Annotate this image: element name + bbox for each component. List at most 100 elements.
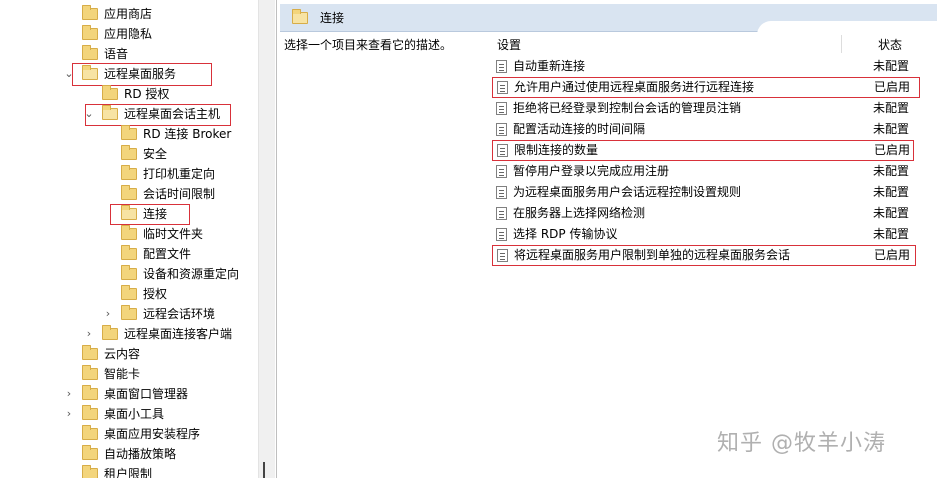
folder-icon xyxy=(82,5,98,20)
tree-item-security[interactable]: 安全 xyxy=(121,144,167,164)
policy-name: 为远程桌面服务用户会话远程控制设置规则 xyxy=(513,185,742,199)
highlight-box xyxy=(72,63,212,86)
tree-item-rd-connection-broker[interactable]: RD 连接 Broker xyxy=(121,124,231,144)
tree-item-licensing[interactable]: 授权 xyxy=(121,284,167,304)
column-divider[interactable] xyxy=(841,35,842,53)
folder-icon xyxy=(82,425,98,440)
tree-item-desktop-gadgets[interactable]: › 桌面小工具 xyxy=(62,404,164,424)
policy-setting-icon xyxy=(496,186,507,199)
folder-icon xyxy=(121,305,137,320)
tree-item-printer-redirection[interactable]: 打印机重定向 xyxy=(121,164,215,184)
folder-icon xyxy=(121,165,137,180)
policy-name: 暂停用户登录以完成应用注册 xyxy=(513,164,670,178)
folder-icon xyxy=(121,225,137,240)
tree-item-smart-card[interactable]: 智能卡 xyxy=(82,364,140,384)
tree-item-rd-licensing[interactable]: RD 授权 xyxy=(102,84,169,104)
folder-icon xyxy=(102,85,118,100)
tree-scrollbar[interactable] xyxy=(258,0,275,478)
policy-state: 未配置 xyxy=(873,206,910,220)
policy-setting-icon xyxy=(496,102,507,115)
policy-setting-icon xyxy=(496,165,507,178)
policy-name: 允许用户通过使用远程桌面服务进行远程连接 xyxy=(514,80,755,94)
policy-setting-icon xyxy=(496,123,507,136)
tree-item-app-store[interactable]: 应用商店 xyxy=(82,4,152,24)
folder-icon xyxy=(82,365,98,380)
policy-state: 未配置 xyxy=(873,227,910,241)
policy-setting-icon xyxy=(497,249,508,262)
tree-item-temp-folders[interactable]: 临时文件夹 xyxy=(121,224,203,244)
tree-item-remote-session-env[interactable]: › 远程会话环境 xyxy=(101,304,215,324)
policy-name: 拒绝将已经登录到控制台会话的管理员注销 xyxy=(513,101,742,115)
folder-icon xyxy=(121,285,137,300)
folder-icon xyxy=(121,145,137,160)
tree-item-profiles[interactable]: 配置文件 xyxy=(121,244,191,264)
chevron-right-icon[interactable]: › xyxy=(82,324,96,344)
policy-state: 未配置 xyxy=(873,185,910,199)
folder-icon xyxy=(82,345,98,360)
chevron-right-icon[interactable]: › xyxy=(62,404,76,424)
policy-state: 未配置 xyxy=(873,164,910,178)
policy-row[interactable]: 将远程桌面服务用户限制到单独的远程桌面服务会话 已启用 xyxy=(492,245,916,266)
folder-icon xyxy=(102,325,118,340)
folder-icon xyxy=(121,185,137,200)
policy-row[interactable]: 配置活动连接的时间间隔 未配置 xyxy=(492,119,922,140)
tree-item-speech[interactable]: 语音 xyxy=(82,44,128,64)
tree-item-desktop-window-manager[interactable]: › 桌面窗口管理器 xyxy=(62,384,188,404)
folder-icon xyxy=(82,25,98,40)
policy-state: 已启用 xyxy=(874,143,911,157)
folder-open-icon xyxy=(292,8,308,24)
policy-setting-icon xyxy=(497,81,508,94)
policy-row[interactable]: 拒绝将已经登录到控制台会话的管理员注销 未配置 xyxy=(492,98,922,119)
folder-icon xyxy=(82,405,98,420)
tree-item-cloud-content[interactable]: 云内容 xyxy=(82,344,140,364)
highlight-box xyxy=(85,104,231,126)
policy-state: 未配置 xyxy=(873,59,910,73)
policy-name: 将远程桌面服务用户限制到单独的远程桌面服务会话 xyxy=(514,248,791,262)
policy-row[interactable]: 暂停用户登录以完成应用注册 未配置 xyxy=(492,161,922,182)
scrollbar-thumb[interactable] xyxy=(263,462,265,478)
policy-state: 已启用 xyxy=(874,248,911,262)
policy-setting-icon xyxy=(496,207,507,220)
chevron-right-icon[interactable]: › xyxy=(62,384,76,404)
policy-name: 配置活动连接的时间间隔 xyxy=(513,122,646,136)
policy-state: 已启用 xyxy=(874,80,911,94)
highlight-box xyxy=(110,204,190,225)
watermark-text: 知乎 @牧羊小涛 xyxy=(717,431,886,456)
policy-row[interactable]: 自动重新连接 未配置 xyxy=(492,56,922,77)
policy-state: 未配置 xyxy=(873,122,910,136)
folder-icon xyxy=(121,265,137,280)
policy-setting-icon xyxy=(496,228,507,241)
policy-name: 选择 RDP 传输协议 xyxy=(513,227,618,241)
policy-name: 限制连接的数量 xyxy=(514,143,599,157)
folder-icon xyxy=(82,45,98,60)
policy-state: 未配置 xyxy=(873,101,910,115)
policy-row[interactable]: 在服务器上选择网络检测 未配置 xyxy=(492,203,922,224)
folder-icon xyxy=(121,245,137,260)
pane-title: 连接 xyxy=(320,11,345,25)
tree-item-session-time-limits[interactable]: 会话时间限制 xyxy=(121,184,215,204)
chevron-right-icon[interactable]: › xyxy=(101,304,115,324)
policy-name: 在服务器上选择网络检测 xyxy=(513,206,646,220)
policy-setting-icon xyxy=(497,144,508,157)
tree-item-desktop-app-installer[interactable]: 桌面应用安装程序 xyxy=(82,424,200,444)
column-header-state[interactable]: 状态 xyxy=(878,36,902,53)
list-header: 设置 状态 xyxy=(492,33,941,55)
tree-item-app-privacy[interactable]: 应用隐私 xyxy=(82,24,152,44)
folder-icon xyxy=(82,385,98,400)
policy-setting-icon xyxy=(496,60,507,73)
tree-item-autoplay-policies[interactable]: 自动播放策略 xyxy=(82,444,176,464)
column-header-setting[interactable]: 设置 xyxy=(497,36,521,53)
policy-name: 自动重新连接 xyxy=(513,59,586,73)
tree-item-device-redirection[interactable]: 设备和资源重定向 xyxy=(121,264,239,284)
policy-row[interactable]: 选择 RDP 传输协议 未配置 xyxy=(492,224,922,245)
policy-row[interactable]: 限制连接的数量 已启用 xyxy=(492,140,914,161)
policy-row[interactable]: 允许用户通过使用远程桌面服务进行远程连接 已启用 xyxy=(492,77,920,98)
tree-item-rd-connection-client[interactable]: › 远程桌面连接客户端 xyxy=(82,324,232,344)
description-text: 选择一个项目来查看它的描述。 xyxy=(284,38,453,52)
folder-icon xyxy=(121,125,137,140)
policy-row[interactable]: 为远程桌面服务用户会话远程控制设置规则 未配置 xyxy=(492,182,922,203)
navigation-tree: 应用商店 应用隐私 语音 ⌄ 远程桌面服务 RD 授权 ⌄ 远程桌面会话主机 R… xyxy=(0,0,258,478)
folder-icon xyxy=(82,445,98,460)
folder-icon xyxy=(82,465,98,478)
tree-item-tenant-restrictions[interactable]: 租户限制 xyxy=(82,464,152,478)
